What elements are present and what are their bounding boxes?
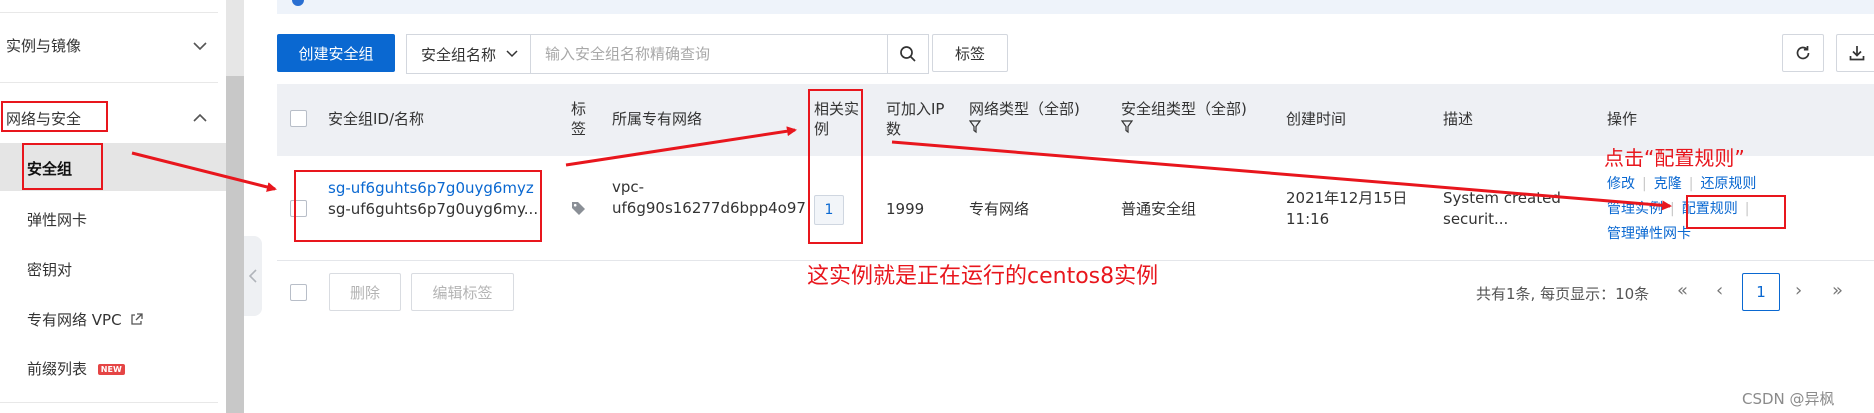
watermark: CSDN @异枫: [1742, 390, 1835, 408]
annotation-arrow: [131, 151, 277, 192]
annotation-arrow: [565, 126, 797, 167]
annotation-arrows: [131, 126, 1672, 211]
annotation-arrow: [891, 140, 1672, 211]
